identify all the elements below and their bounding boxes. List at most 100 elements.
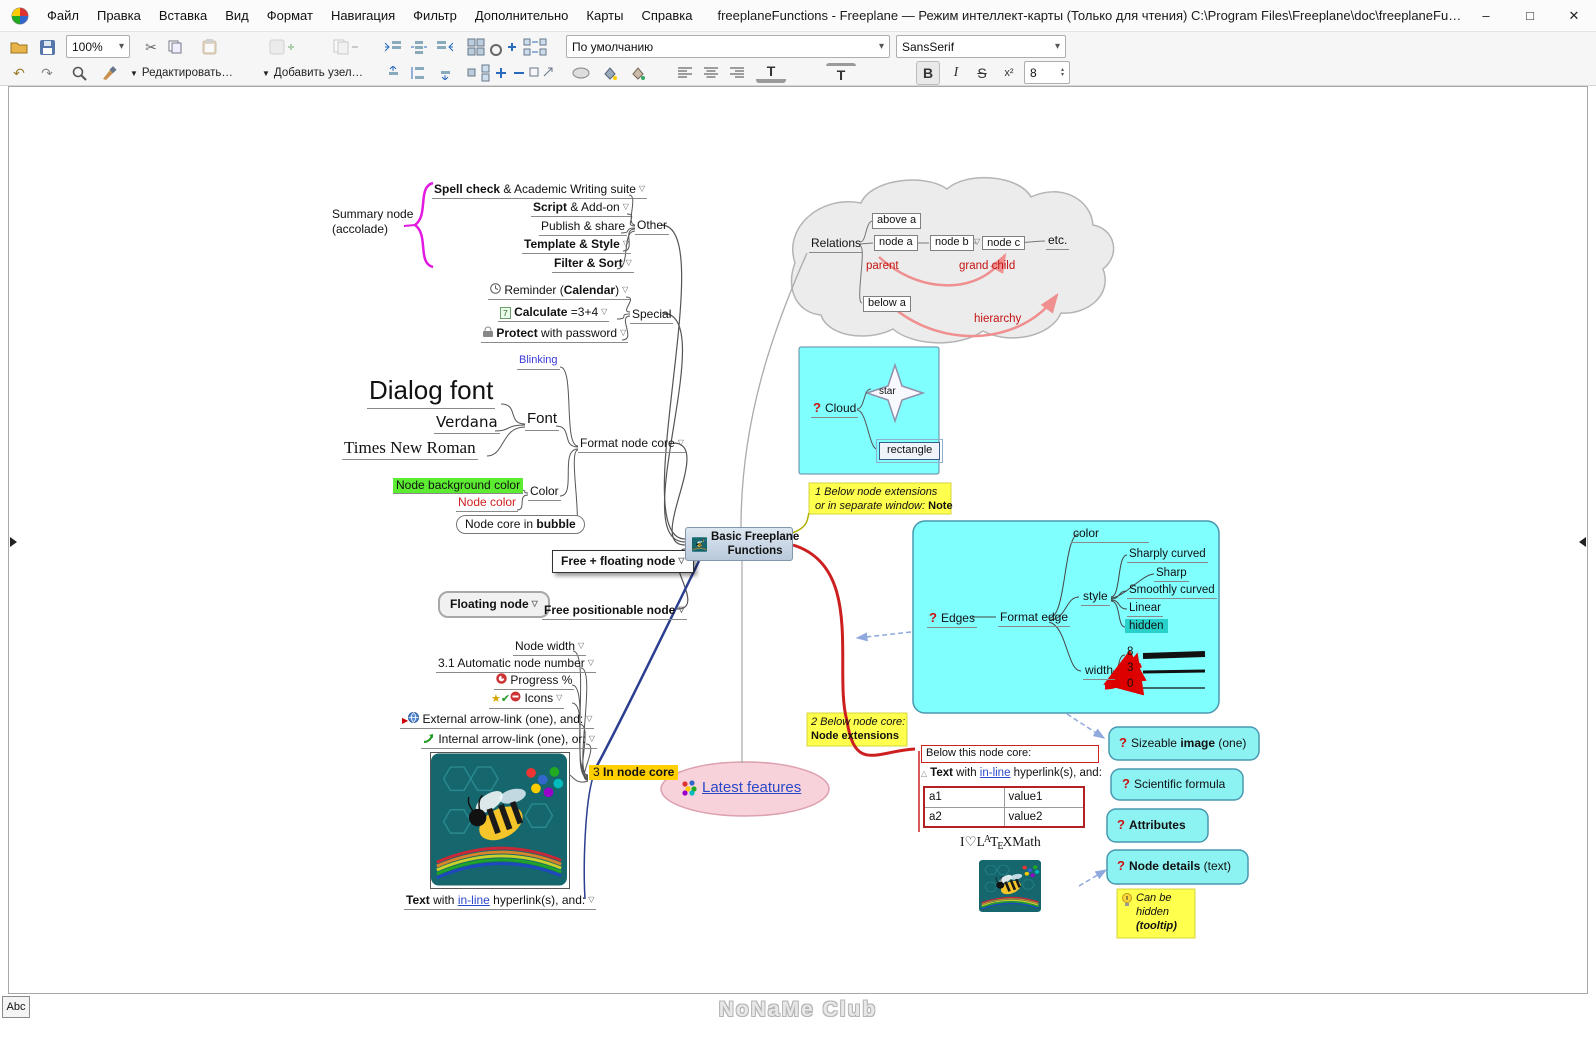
node-format-edge[interactable]: Format edge — [998, 610, 1070, 627]
node-etc[interactable]: etc. — [1046, 233, 1069, 250]
left-panel-fold-handle[interactable] — [10, 537, 17, 547]
menu-file[interactable]: Файл — [38, 2, 88, 29]
node-star[interactable]: star — [879, 386, 896, 399]
edge-color-button[interactable] — [624, 61, 650, 85]
edit-node-button[interactable]: ▼Редактировать… — [126, 61, 252, 85]
node-internal-link[interactable]: Internal arrow-link (one), or:▽ — [421, 732, 597, 749]
right-panel-fold-handle[interactable] — [1579, 537, 1586, 547]
paste-plus-button[interactable] — [260, 35, 304, 59]
node-down-icon[interactable] — [432, 61, 458, 85]
node-sharply-curved[interactable]: Sharply curved — [1127, 547, 1208, 563]
node-rectangle[interactable]: rectangle — [879, 442, 940, 460]
map-canvas[interactable]: Summary node(accolade) Spell check & Aca… — [8, 86, 1588, 994]
attr-name-cell[interactable]: a2 — [924, 807, 1004, 827]
menu-help[interactable]: Справка — [632, 2, 701, 29]
node-up-icon[interactable] — [380, 61, 406, 85]
node-core-in-bubble[interactable]: Node core in bubble — [456, 515, 585, 534]
strikethrough-button[interactable]: S — [970, 61, 994, 85]
attribute-table[interactable]: a1value1 a2value2 — [923, 786, 1085, 828]
node-below-a[interactable]: below a — [863, 296, 911, 312]
node-text-hyperlink[interactable]: Text with in-line hyperlink(s), and:▽ — [404, 893, 596, 910]
node-below-this-core[interactable]: Below this node core: — [921, 745, 1099, 763]
node-latex-formula[interactable]: I♡LATEXMath — [960, 834, 1041, 851]
node-script-addon[interactable]: Script & Add-on▽ — [531, 200, 631, 217]
node-width-8[interactable]: 8 — [1127, 645, 1133, 659]
inline-hyperlink[interactable]: in-line — [980, 767, 1011, 779]
undo-button[interactable]: ↶ — [6, 61, 32, 85]
node-attributes[interactable]: ?Attributes — [1117, 817, 1186, 833]
node-hidden[interactable]: hidden — [1125, 619, 1168, 633]
cloud-shape-button[interactable] — [568, 61, 594, 85]
note-tooltip[interactable]: Can be hidden (tooltip) — [1121, 892, 1177, 933]
search-button[interactable] — [66, 61, 92, 85]
node-above-a[interactable]: above a — [872, 213, 921, 229]
attr-name-cell[interactable]: a1 — [924, 787, 1004, 807]
attr-value-cell[interactable]: value1 — [1004, 787, 1084, 807]
node-in-node-core[interactable]: 3 In node core — [589, 765, 678, 780]
node-publish-share[interactable]: Publish & share — [539, 219, 627, 236]
node-relations[interactable]: Relations — [809, 236, 863, 253]
layout-options-cluster-2[interactable] — [464, 61, 560, 85]
style-combobox[interactable]: По умолчанию▾ — [566, 35, 890, 58]
menu-tools[interactable]: Дополнительно — [466, 2, 578, 29]
align-left-button[interactable] — [672, 61, 698, 85]
menu-navigate[interactable]: Навигация — [322, 2, 404, 29]
menu-filter[interactable]: Фильтр — [404, 2, 466, 29]
menu-view[interactable]: Вид — [216, 2, 258, 29]
node-details[interactable]: ?Node details (text) — [1117, 858, 1231, 874]
layout-left-icon[interactable] — [380, 35, 406, 59]
node-times-new-roman[interactable]: Times New Roman — [342, 437, 478, 460]
node-progress[interactable]: Progress % — [494, 673, 574, 690]
node-filter-sort[interactable]: Filter & Sort▽ — [552, 256, 634, 273]
node-b[interactable]: node b — [930, 235, 974, 251]
node-edges[interactable]: ?Edges — [927, 610, 977, 628]
align-center-button[interactable] — [698, 61, 724, 85]
fill-color-button[interactable] — [596, 61, 622, 85]
add-node-button[interactable]: ▼Добавить узел… — [258, 61, 384, 85]
node-edge-width[interactable]: width — [1083, 663, 1115, 680]
node-sort-icon[interactable] — [406, 61, 432, 85]
node-floating[interactable]: Floating node▽ — [438, 591, 550, 618]
node-color[interactable]: Node color — [456, 495, 518, 512]
root-node[interactable]: Basic FreeplaneFunctions — [685, 527, 793, 561]
menu-edit[interactable]: Правка — [88, 2, 150, 29]
node-summary[interactable]: Summary node(accolade) — [332, 207, 413, 237]
node-dialog-font[interactable]: Dialog font — [367, 374, 495, 409]
node-font[interactable]: Font — [525, 410, 559, 431]
italic-button[interactable]: I — [944, 61, 968, 85]
paste-button[interactable] — [192, 35, 226, 59]
bold-button[interactable]: B — [916, 61, 940, 85]
node-smoothly-curved[interactable]: Smoothly curved — [1127, 583, 1217, 599]
node-color-group[interactable]: Color — [528, 484, 561, 501]
node-format-node-core[interactable]: Format node core▽ — [578, 436, 686, 453]
node-c-wrap[interactable]: ▽node c — [974, 235, 1025, 251]
layout-options-cluster[interactable] — [464, 35, 560, 59]
node-edge-color[interactable]: color — [1071, 526, 1149, 543]
format-painter-button[interactable] — [96, 61, 122, 85]
inline-hyperlink[interactable]: in-line — [458, 893, 490, 907]
node-template-style[interactable]: Template & Style▽ — [522, 237, 631, 254]
node-reminder[interactable]: Reminder (Calendar)▽ — [488, 283, 630, 300]
cut-button[interactable]: ✂ — [138, 35, 164, 59]
open-map-button[interactable] — [6, 35, 32, 59]
node-external-link[interactable]: ▶ External arrow-link (one), and:▽ — [400, 712, 594, 729]
node-edge-style[interactable]: style — [1081, 589, 1110, 606]
align-right-button[interactable] — [724, 61, 750, 85]
node-special[interactable]: Special — [630, 307, 673, 324]
node-protect-password[interactable]: Protect with password▽ — [481, 326, 628, 343]
node-sharp[interactable]: Sharp — [1154, 566, 1189, 582]
maximize-button[interactable]: □ — [1508, 0, 1552, 32]
node-scientific-formula[interactable]: ?Scientific formula — [1122, 776, 1225, 792]
note-below-extensions[interactable]: 1 Below node extensionsor in separate wi… — [815, 486, 953, 514]
node-background-color[interactable]: Node background color — [393, 478, 523, 494]
node-text-hyperlink-2[interactable]: △Text with in-line hyperlink(s), and: — [921, 766, 1102, 780]
layout-right-icon[interactable] — [432, 35, 458, 59]
node-sizeable-image[interactable]: ?Sizeable image (one) — [1119, 735, 1246, 751]
node-width-0[interactable]: 0 — [1127, 677, 1133, 691]
node-image-bee[interactable] — [431, 753, 569, 888]
close-button[interactable]: ✕ — [1552, 0, 1596, 32]
node-latest-features[interactable]: Latest features — [681, 779, 801, 798]
zoom-combobox[interactable]: 100%▾ — [66, 35, 130, 58]
node-icons[interactable]: ★✔ Icons▽ — [489, 691, 564, 709]
layout-both-icon[interactable] — [406, 35, 432, 59]
